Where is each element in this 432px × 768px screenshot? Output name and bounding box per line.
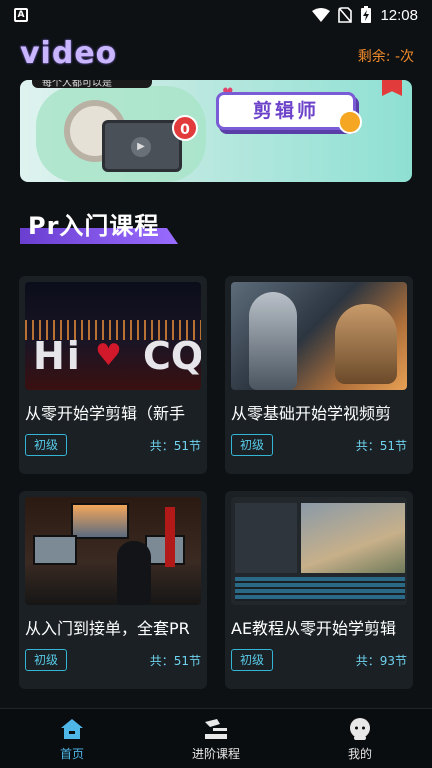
course-card[interactable]: Hi ♥ CQ 从零开始学剪辑（新手 初级 共：51节: [19, 276, 207, 474]
course-card[interactable]: 从零基础开始学视频剪 初级 共：51节: [225, 276, 413, 474]
course-thumbnail: [231, 282, 407, 390]
course-thumbnail: [25, 497, 201, 605]
bookmark-flag-icon: [382, 80, 402, 96]
nav-label: 进阶课程: [191, 747, 240, 761]
course-title: AE教程从零开始学剪辑: [231, 619, 397, 638]
app-header: video 剩余: -次: [0, 34, 432, 78]
lesson-count: 共：93节: [355, 654, 407, 668]
nav-item-advanced-course[interactable]: 进阶课程: [144, 709, 288, 768]
lesson-count: 共：51节: [355, 439, 407, 453]
level-badge: 初级: [231, 649, 274, 671]
course-thumbnail: [231, 497, 407, 605]
notification-badge: 0: [172, 115, 198, 141]
heart-icon: ♥: [95, 338, 122, 373]
course-card[interactable]: 从入门到接单，全套PR 初级 共：51节: [19, 491, 207, 689]
thumbnail-text: CQ: [143, 334, 201, 378]
level-badge: 初级: [25, 649, 68, 671]
section-header: Pr入门课程: [20, 204, 180, 246]
remaining-count[interactable]: 剩余: -次: [358, 46, 414, 66]
app-logo: video: [20, 36, 118, 71]
course-title: 从入门到接单，全套PR: [25, 619, 190, 638]
battery-charging-icon: [361, 6, 372, 23]
nav-label: 首页: [59, 747, 84, 761]
advanced-course-icon: [203, 717, 229, 741]
thumbnail-text: Hi: [33, 334, 82, 378]
banner-label: 剪辑师: [216, 92, 356, 130]
nav-item-profile[interactable]: 我的: [288, 709, 432, 768]
no-sim-icon: [338, 7, 353, 23]
status-bar: A 12:08: [0, 0, 432, 30]
promo-banner[interactable]: 每个人都可以是 ▶ 0 ♥ 剪辑师: [20, 80, 412, 182]
course-title: 从零基础开始学视频剪: [231, 404, 392, 423]
section-title: Pr入门课程: [28, 212, 160, 240]
nav-item-home[interactable]: 首页: [0, 709, 144, 768]
level-badge: 初级: [25, 434, 68, 456]
course-title: 从零开始学剪辑（新手: [25, 404, 186, 423]
profile-icon: [347, 717, 373, 741]
home-icon: [59, 717, 85, 741]
banner-top-text: 每个人都可以是: [32, 80, 152, 89]
bottom-nav: 首页 进阶课程 我的: [0, 708, 432, 768]
app-notification-icon: A: [14, 8, 28, 22]
clock: 12:08: [380, 6, 418, 24]
wifi-icon: [312, 8, 331, 22]
clock-icon: [338, 110, 362, 134]
level-badge: 初级: [231, 434, 274, 456]
course-card[interactable]: AE教程从零开始学剪辑 初级 共：93节: [225, 491, 413, 689]
lesson-count: 共：51节: [149, 654, 201, 668]
play-icon: ▶: [131, 137, 151, 157]
video-screen-icon: ▶: [102, 120, 182, 172]
nav-label: 我的: [347, 747, 372, 761]
course-thumbnail: Hi ♥ CQ: [25, 282, 201, 390]
lesson-count: 共：51节: [149, 439, 201, 453]
